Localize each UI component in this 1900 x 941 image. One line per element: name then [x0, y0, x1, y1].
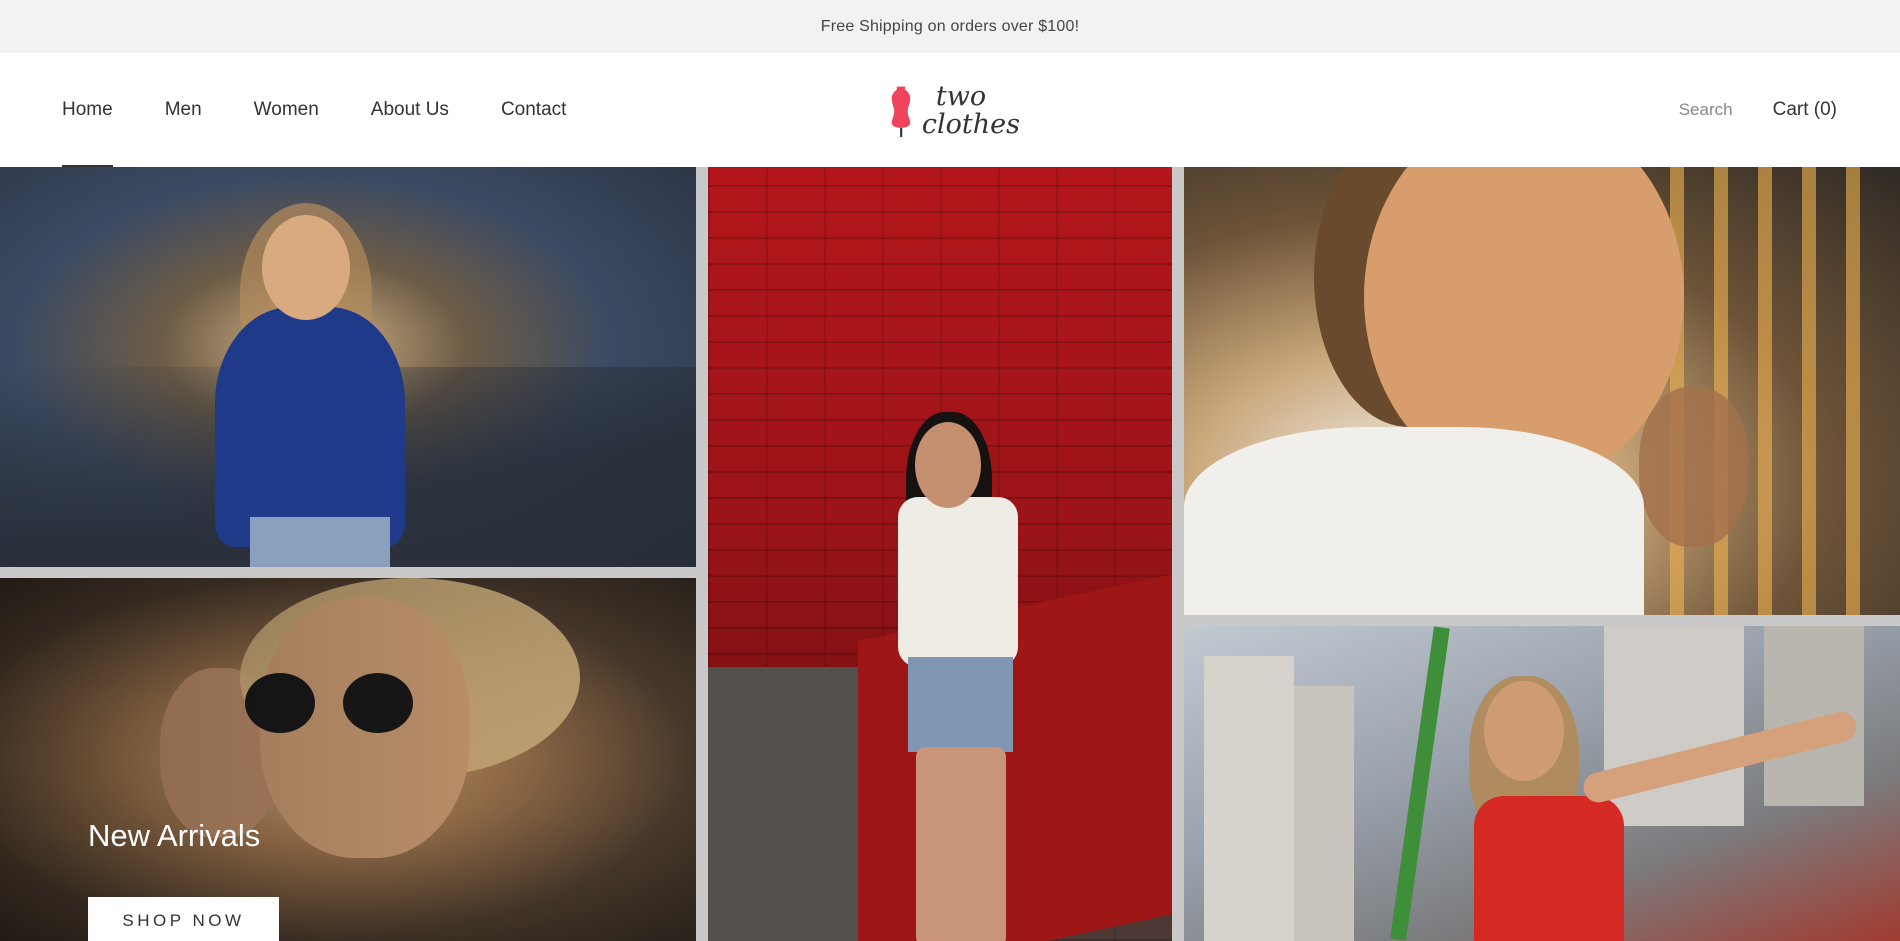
hero-image-woman-pointing[interactable] — [1184, 626, 1900, 941]
main-nav: Home Men Women About Us Contact — [62, 53, 618, 167]
nav-item-women[interactable]: Women — [254, 53, 319, 167]
nav-item-home[interactable]: Home — [62, 53, 113, 167]
logo-wordmark: two clothes — [922, 83, 1020, 139]
site-header: Home Men Women About Us Contact two clot… — [0, 53, 1900, 167]
hero-collage — [0, 167, 1900, 941]
shop-now-button[interactable]: SHOP NOW — [88, 897, 279, 941]
nav-item-men[interactable]: Men — [165, 53, 202, 167]
nav-item-contact[interactable]: Contact — [501, 53, 566, 167]
announcement-text: Free Shipping on orders over $100! — [820, 17, 1080, 35]
hero-image-woman-red-wall[interactable] — [708, 167, 1172, 941]
logo-line-1: two — [935, 81, 987, 112]
logo-line-2: clothes — [921, 109, 1020, 140]
header-tools: Search Cart (0) — [1679, 53, 1837, 167]
nav-item-about-us[interactable]: About Us — [371, 53, 449, 167]
cart-link[interactable]: Cart (0) — [1773, 99, 1837, 121]
hero-title: New Arrivals — [88, 818, 261, 853]
search-link[interactable]: Search — [1679, 100, 1733, 120]
site-logo[interactable]: two clothes — [890, 75, 1020, 147]
hero-image-man-profile[interactable] — [1184, 167, 1900, 615]
announcement-bar: Free Shipping on orders over $100! — [0, 0, 1900, 53]
dress-form-icon — [891, 86, 911, 138]
hero-image-woman-blue-shirt[interactable] — [0, 167, 696, 567]
hero-image-couple[interactable] — [0, 578, 696, 941]
